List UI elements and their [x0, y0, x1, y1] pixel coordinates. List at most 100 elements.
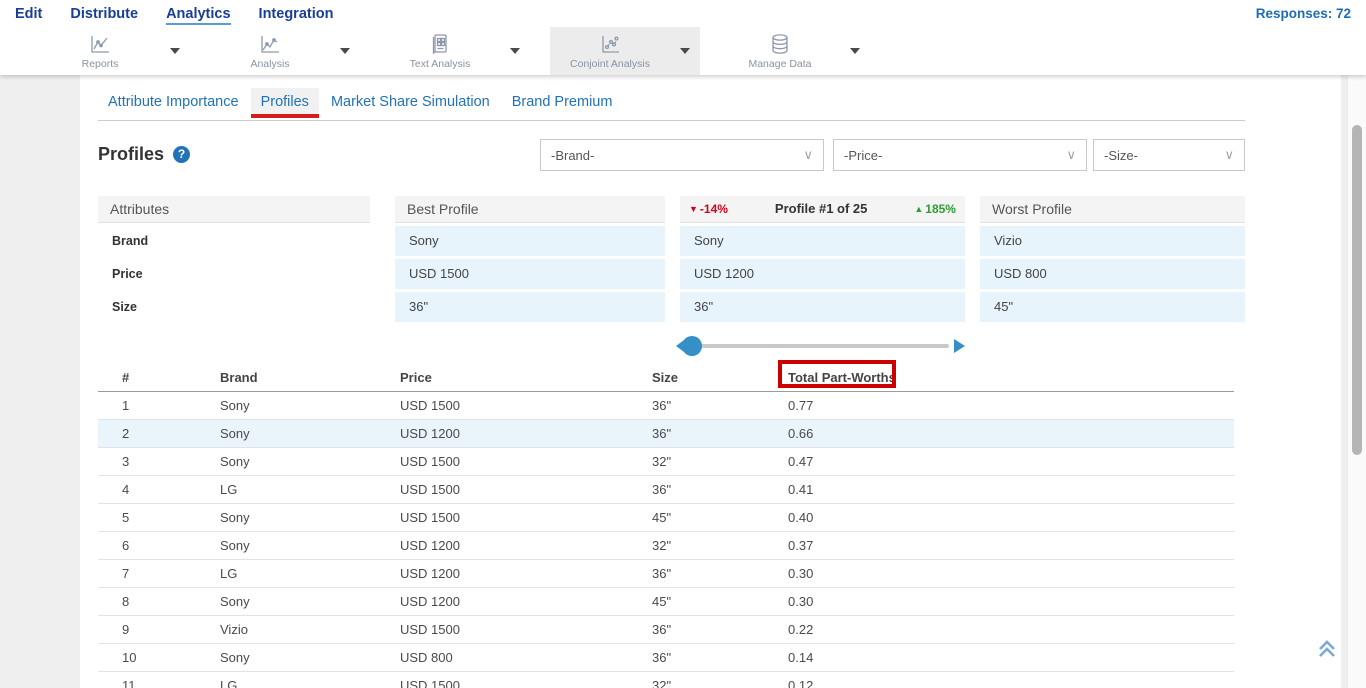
cell-total-part-worths: 0.12 — [788, 672, 1234, 688]
cell-size: 32" — [652, 672, 788, 688]
cell-size: 32" — [652, 532, 788, 560]
analysis-dropdown-caret[interactable] — [330, 27, 360, 75]
nav-item-distribute[interactable]: Distribute — [70, 6, 138, 22]
table-row[interactable]: 1 Sony USD 1500 36" 0.77 — [98, 392, 1234, 420]
current-profile-brand: Sony — [680, 226, 965, 256]
caret-down-icon — [510, 48, 520, 54]
best-profile-header: Best Profile — [395, 196, 665, 223]
profile-pager-label: Profile #1 of 25 — [775, 196, 867, 222]
scrollbar-thumb[interactable] — [1352, 125, 1362, 455]
cell-size: 36" — [652, 644, 788, 672]
reports-button[interactable]: Reports — [40, 27, 160, 75]
cell-total-part-worths: 0.41 — [788, 476, 1234, 504]
cell-brand: Vizio — [220, 616, 400, 644]
tab-profiles[interactable]: Profiles — [251, 88, 319, 118]
cell-number: 11 — [98, 672, 220, 688]
cell-number: 10 — [98, 644, 220, 672]
responses-count[interactable]: Responses: 72 — [1256, 6, 1366, 21]
table-row[interactable]: 7 LG USD 1200 36" 0.30 — [98, 560, 1234, 588]
column-header-size[interactable]: Size — [652, 364, 788, 392]
worst-profile-header: Worst Profile — [980, 196, 1245, 223]
worst-profile-card: Worst Profile Vizio USD 800 45" — [980, 196, 1245, 322]
top-nav: Edit Distribute Analytics Integration Re… — [0, 0, 1366, 27]
double-chevron-up-icon — [1314, 636, 1340, 662]
conjoint-analysis-dropdown-caret[interactable] — [670, 27, 700, 75]
table-row[interactable]: 6 Sony USD 1200 32" 0.37 — [98, 532, 1234, 560]
table-row[interactable]: 3 Sony USD 1500 32" 0.47 — [98, 448, 1234, 476]
help-icon[interactable]: ? — [173, 146, 190, 163]
best-profile-card: Best Profile Sony USD 1500 36" — [395, 196, 665, 322]
cell-total-part-worths: 0.30 — [788, 560, 1234, 588]
cell-brand: LG — [220, 476, 400, 504]
cell-total-part-worths: 0.37 — [788, 532, 1234, 560]
cell-price: USD 1200 — [400, 560, 652, 588]
cell-size: 45" — [652, 504, 788, 532]
nav-item-integration[interactable]: Integration — [259, 6, 334, 22]
cell-price: USD 1200 — [400, 588, 652, 616]
database-icon — [768, 30, 792, 57]
brand-select[interactable]: -Brand- ∨ — [540, 139, 824, 171]
cell-price: USD 800 — [400, 644, 652, 672]
table-row[interactable]: 11 LG USD 1500 32" 0.12 — [98, 672, 1234, 688]
scroll-to-top-button[interactable] — [1314, 636, 1340, 662]
scatter-chart-icon — [598, 30, 622, 57]
toolbar-item-analysis: Analysis — [210, 27, 360, 75]
cell-size: 32" — [652, 448, 788, 476]
caret-down-icon — [170, 48, 180, 54]
price-select[interactable]: -Price- ∨ — [833, 139, 1087, 171]
manage-data-button[interactable]: Manage Data — [720, 27, 840, 75]
cell-size: 36" — [652, 560, 788, 588]
text-analysis-button[interactable]: Text Analysis — [380, 27, 500, 75]
toolbar-item-text-analysis: Text Analysis — [380, 27, 530, 75]
slider-handle[interactable] — [682, 336, 702, 356]
table-row[interactable]: 8 Sony USD 1200 45" 0.30 — [98, 588, 1234, 616]
cell-total-part-worths: 0.22 — [788, 616, 1234, 644]
page-head: Profiles ? — [98, 144, 190, 165]
slider-track[interactable] — [690, 344, 949, 348]
annotation-highlight-box — [778, 360, 896, 388]
toolbar-item-conjoint-analysis: Conjoint Analysis — [550, 27, 700, 75]
conjoint-analysis-button[interactable]: Conjoint Analysis — [550, 27, 670, 75]
nav-item-analytics[interactable]: Analytics — [166, 6, 230, 22]
worst-profile-size: 45" — [980, 292, 1245, 322]
current-profile-card: ▼-14% Profile #1 of 25 ▲185% Sony USD 12… — [680, 196, 965, 322]
nav-item-edit[interactable]: Edit — [15, 6, 42, 22]
analysis-button[interactable]: Analysis — [210, 27, 330, 75]
size-select[interactable]: -Size- ∨ — [1093, 139, 1245, 171]
cell-brand: Sony — [220, 448, 400, 476]
column-header-brand[interactable]: Brand — [220, 364, 400, 392]
attribute-label-size: Size — [98, 292, 370, 322]
cell-brand: Sony — [220, 420, 400, 448]
attribute-label-brand: Brand — [98, 226, 370, 256]
column-header-price[interactable]: Price — [400, 364, 652, 392]
cell-price: USD 1500 — [400, 672, 652, 688]
worst-profile-price: USD 800 — [980, 259, 1245, 289]
table-row[interactable]: 10 Sony USD 800 36" 0.14 — [98, 644, 1234, 672]
reports-dropdown-caret[interactable] — [160, 27, 190, 75]
best-profile-price: USD 1500 — [395, 259, 665, 289]
cell-total-part-worths: 0.14 — [788, 644, 1234, 672]
attributes-card: Attributes Brand Price Size — [98, 196, 370, 322]
table-header-row: # Brand Price Size Total Part-Worths — [98, 364, 1234, 392]
tab-market-share-simulation[interactable]: Market Share Simulation — [321, 88, 500, 118]
manage-data-dropdown-caret[interactable] — [840, 27, 870, 75]
decrease-badge: ▼-14% — [689, 196, 728, 222]
cell-brand: Sony — [220, 644, 400, 672]
profiles-panel: Attribute Importance Profiles Market Sha… — [80, 75, 1341, 688]
table-row[interactable]: 9 Vizio USD 1500 36" 0.22 — [98, 616, 1234, 644]
table-row[interactable]: 2 Sony USD 1200 36" 0.66 — [98, 420, 1234, 448]
worst-profile-brand: Vizio — [980, 226, 1245, 256]
tab-attribute-importance[interactable]: Attribute Importance — [98, 88, 249, 118]
tab-brand-premium[interactable]: Brand Premium — [502, 88, 623, 118]
cell-price: USD 1500 — [400, 504, 652, 532]
column-header-number[interactable]: # — [98, 364, 220, 392]
caret-down-icon — [340, 48, 350, 54]
cell-number: 6 — [98, 532, 220, 560]
toolbar-item-manage-data: Manage Data — [720, 27, 870, 75]
text-analysis-dropdown-caret[interactable] — [500, 27, 530, 75]
cell-size: 36" — [652, 476, 788, 504]
table-row[interactable]: 5 Sony USD 1500 45" 0.40 — [98, 504, 1234, 532]
table-row[interactable]: 4 LG USD 1500 36" 0.41 — [98, 476, 1234, 504]
best-profile-size: 36" — [395, 292, 665, 322]
slider-next-arrow-icon[interactable] — [954, 339, 965, 353]
